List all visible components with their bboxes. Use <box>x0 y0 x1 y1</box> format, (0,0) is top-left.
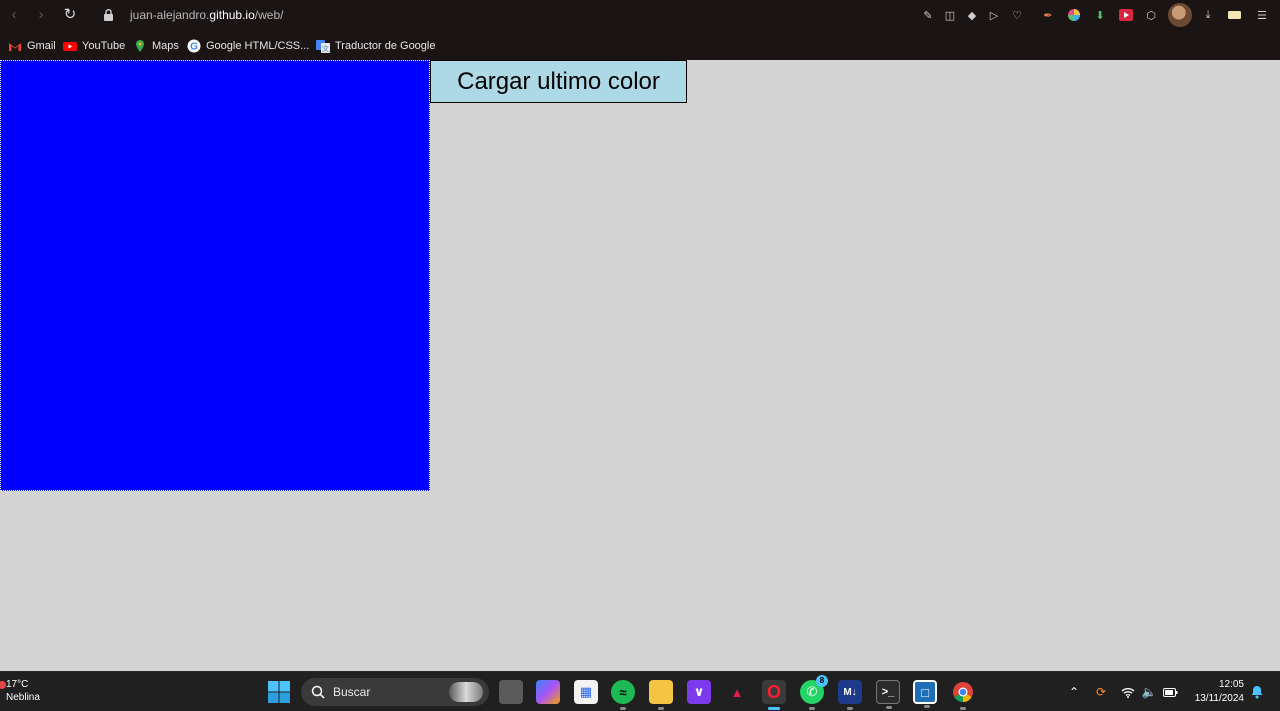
sync-icon[interactable]: ⟳ <box>1093 684 1109 700</box>
bookmark-youtube[interactable]: YouTube <box>63 38 125 54</box>
clock-time: 12:05 <box>1218 679 1244 690</box>
chrome-icon[interactable] <box>951 680 975 710</box>
bookmark-google-html-css[interactable]: G Google HTML/CSS... <box>187 38 309 54</box>
file-explorer-icon[interactable] <box>649 680 673 710</box>
wifi-icon[interactable] <box>1120 684 1136 700</box>
notification-bell-icon[interactable] <box>1250 685 1264 699</box>
battery-icon[interactable] <box>1162 684 1178 700</box>
back-icon[interactable]: ‹ <box>6 7 22 23</box>
color-display-box <box>0 60 430 491</box>
store-icon[interactable]: ▦ <box>574 680 598 704</box>
search-icon <box>311 685 325 699</box>
remote-app-icon[interactable]: □ <box>913 680 937 708</box>
gmail-icon <box>9 43 21 51</box>
shield-icon[interactable]: ◆ <box>964 7 980 23</box>
maps-icon <box>136 40 144 52</box>
browser-toolbar: ‹ › ↻ juan-alejandro.github.io/web/ ✎ ◫ … <box>0 0 1280 31</box>
bookmark-label: Gmail <box>27 40 56 52</box>
taskbar-search[interactable]: Buscar <box>301 678 489 706</box>
google-icon: G <box>187 39 201 53</box>
battery-saver-icon[interactable] <box>1227 7 1243 23</box>
video-extension-icon[interactable] <box>1118 7 1134 23</box>
search-highlight-image <box>449 682 483 702</box>
bookmark-label: YouTube <box>82 40 126 52</box>
spotify-icon[interactable]: ≈ <box>611 680 635 710</box>
volume-icon[interactable]: 🔈 <box>1141 684 1157 700</box>
whatsapp-icon[interactable]: ✆ 8 <box>800 675 828 710</box>
download-arrow-extension-icon[interactable]: ⬇ <box>1092 7 1108 23</box>
copilot-icon[interactable] <box>536 680 560 704</box>
task-view-icon[interactable] <box>499 680 523 704</box>
load-last-color-button[interactable]: Cargar ultimo color <box>430 60 687 103</box>
bookmark-traductor[interactable]: 文 Traductor de Google <box>316 38 435 54</box>
edit-icon[interactable]: ✎ <box>920 7 936 23</box>
whatsapp-badge: 8 <box>816 675 828 687</box>
send-icon[interactable]: ▷ <box>986 7 1002 23</box>
url-host: github.io <box>209 8 255 22</box>
weather-widget[interactable]: 17°C Neblina <box>0 678 40 704</box>
windows-start-icon[interactable] <box>268 681 290 703</box>
weather-temp: 17°C <box>6 679 29 690</box>
visual-studio-icon[interactable]: ∨ <box>687 680 711 704</box>
markdown-app-icon[interactable]: M↓ <box>838 680 862 710</box>
lock-icon <box>104 9 113 21</box>
game-launcher-icon[interactable]: ▲ <box>725 680 749 704</box>
youtube-icon <box>63 42 77 51</box>
camera-icon[interactable]: ◫ <box>942 7 958 23</box>
url-prefix: juan-alejandro. <box>130 8 210 22</box>
address-bar[interactable]: juan-alejandro.github.io/web/ <box>130 8 283 22</box>
opera-icon[interactable]: O <box>762 680 786 710</box>
system-clock[interactable]: 12:05 13/11/2024 <box>1195 678 1244 706</box>
menu-icon[interactable]: ☰ <box>1254 7 1270 23</box>
terminal-icon[interactable]: >_ <box>876 680 900 709</box>
taskbar: 17°C Neblina Buscar ▦ ≈ ∨ ▲ O ✆ 8 M↓ >_ □… <box>0 671 1280 711</box>
reload-icon[interactable]: ↻ <box>62 7 78 23</box>
download-icon[interactable]: ⤓ <box>1200 7 1216 23</box>
heart-icon[interactable]: ♡ <box>1009 7 1025 23</box>
bookmark-maps[interactable]: Maps <box>133 38 179 54</box>
bookmark-label: Traductor de Google <box>335 40 436 52</box>
pen-extension-icon[interactable]: ✒ <box>1040 7 1056 23</box>
color-wheel-icon[interactable] <box>1066 7 1082 23</box>
avatar[interactable] <box>1168 3 1192 27</box>
bookmark-label: Google HTML/CSS... <box>206 40 310 52</box>
clock-date: 13/11/2024 <box>1194 693 1244 704</box>
translate-icon: 文 <box>316 40 330 53</box>
bookmarks-bar: Gmail YouTube Maps G Google HTML/CSS... … <box>0 31 1280 60</box>
svg-text:G: G <box>190 42 198 53</box>
chevron-up-icon[interactable]: ⌃ <box>1066 684 1082 700</box>
search-placeholder: Buscar <box>333 685 371 699</box>
bookmark-gmail[interactable]: Gmail <box>8 38 56 54</box>
url-path: /web/ <box>254 8 284 22</box>
bookmark-label: Maps <box>152 40 179 52</box>
weather-desc: Neblina <box>6 692 40 703</box>
cube-icon[interactable]: ⬡ <box>1143 7 1159 23</box>
forward-icon[interactable]: › <box>33 7 49 23</box>
svg-text:文: 文 <box>322 44 329 53</box>
